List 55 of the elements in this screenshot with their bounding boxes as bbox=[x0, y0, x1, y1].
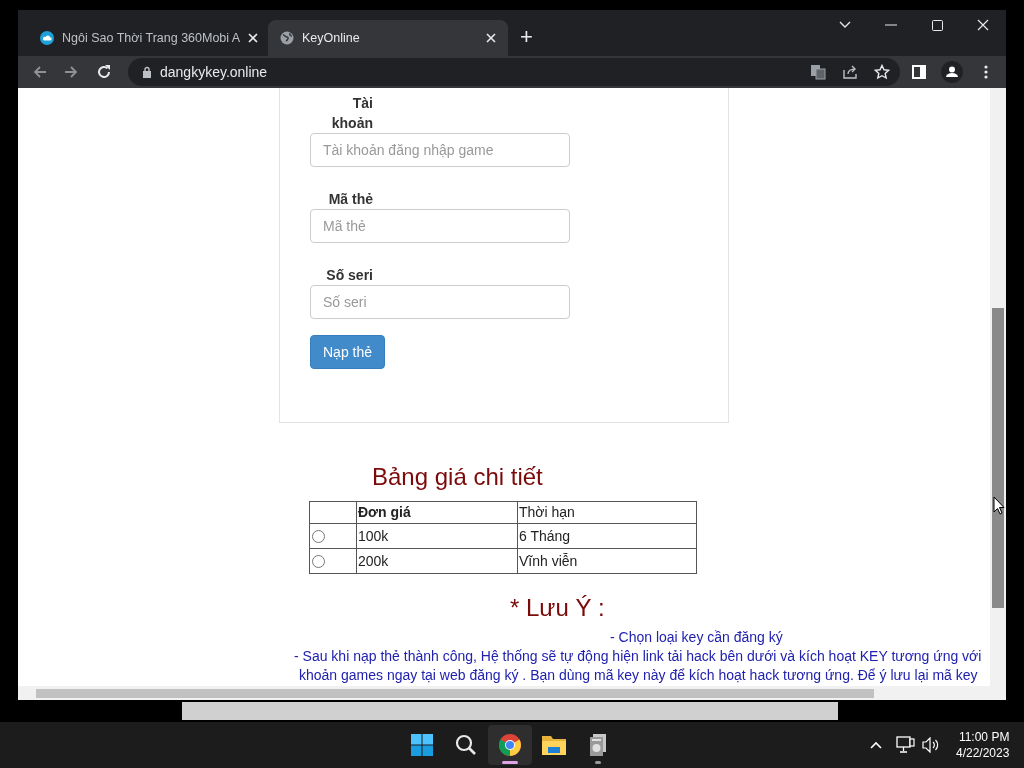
vertical-scrollbar[interactable] bbox=[990, 88, 1006, 700]
field-label: Số seri bbox=[325, 266, 373, 285]
tab[interactable]: KeyOnline bbox=[268, 20, 508, 56]
close-icon[interactable] bbox=[486, 33, 496, 43]
scrollbar-thumb[interactable] bbox=[36, 689, 874, 698]
url-text: dangkykey.online bbox=[160, 62, 269, 82]
folder-icon bbox=[541, 734, 567, 756]
tab-title: KeyOnline bbox=[302, 29, 361, 47]
running-indicator bbox=[595, 761, 601, 764]
scrollbar-thumb[interactable] bbox=[992, 308, 1004, 608]
table-cell: 6 Tháng bbox=[517, 523, 697, 549]
field-label: Mã thẻ bbox=[327, 190, 373, 209]
radio-button[interactable] bbox=[312, 554, 325, 568]
table-cell: 100k bbox=[356, 523, 518, 549]
browser-icon bbox=[498, 733, 522, 757]
input-field[interactable]: Mã thẻ bbox=[310, 209, 570, 243]
column-header: Đơn giá bbox=[356, 501, 518, 524]
table-cell: 200k bbox=[356, 548, 518, 574]
address-bar[interactable]: dangkykey.online bbox=[128, 58, 900, 86]
input-field[interactable]: Số seri bbox=[310, 285, 570, 319]
volume-icon[interactable] bbox=[922, 737, 940, 753]
clock-time[interactable]: 11:00 PM bbox=[958, 729, 1010, 745]
submit-button[interactable]: Nạp thẻ bbox=[310, 335, 386, 369]
radio-button[interactable] bbox=[312, 529, 325, 543]
new-tab-button[interactable]: + bbox=[520, 27, 533, 47]
cursor-icon bbox=[993, 496, 1005, 516]
column-header: Thời hạn bbox=[517, 501, 697, 524]
document-stack-icon bbox=[587, 733, 609, 757]
side-panel-icon[interactable] bbox=[912, 65, 926, 79]
input-field[interactable]: Tài khoản đăng nhập game bbox=[310, 133, 570, 167]
back-icon[interactable] bbox=[32, 64, 48, 80]
note-text: - Chọn loại key cần đăng ký bbox=[610, 628, 783, 647]
network-icon[interactable] bbox=[896, 736, 916, 754]
horizontal-scrollbar[interactable] bbox=[18, 686, 990, 700]
tab-title: Ngôi Sao Thời Trang 360Mobi A bbox=[62, 29, 241, 47]
forward-icon[interactable] bbox=[63, 64, 79, 80]
translate-icon[interactable] bbox=[810, 64, 826, 80]
clock-date[interactable]: 4/22/2023 bbox=[956, 745, 1010, 761]
profile-icon[interactable] bbox=[941, 61, 963, 83]
note-heading: * Lưu Ý : bbox=[510, 593, 605, 623]
menu-icon[interactable] bbox=[984, 65, 988, 79]
close-icon[interactable] bbox=[248, 33, 259, 43]
lock-icon bbox=[142, 66, 152, 78]
share-icon[interactable] bbox=[842, 64, 858, 80]
reload-icon[interactable] bbox=[96, 64, 112, 80]
field-label: Tài khoản bbox=[330, 94, 373, 133]
section-heading: Bảng giá chi tiết bbox=[372, 462, 543, 492]
taskbar-browser-button[interactable] bbox=[488, 725, 532, 765]
globe-icon bbox=[280, 31, 294, 45]
cloud-icon bbox=[40, 31, 54, 45]
star-icon[interactable] bbox=[874, 64, 890, 80]
note-text: - Sau khi nạp thẻ thành công, Hệ thống sẽ tự động hiện link tải hack bên dưới và kích hoạt KEY tương ứng với bbox=[294, 647, 982, 666]
table-cell: Vĩnh viễn bbox=[517, 548, 697, 574]
note-text: khoản games ngay tại web đăng ký . Bạn dùng mã key này để kích hoạt hack tương ứng. Để ý lưu lại mã key bbox=[299, 666, 978, 685]
running-indicator bbox=[502, 761, 518, 764]
